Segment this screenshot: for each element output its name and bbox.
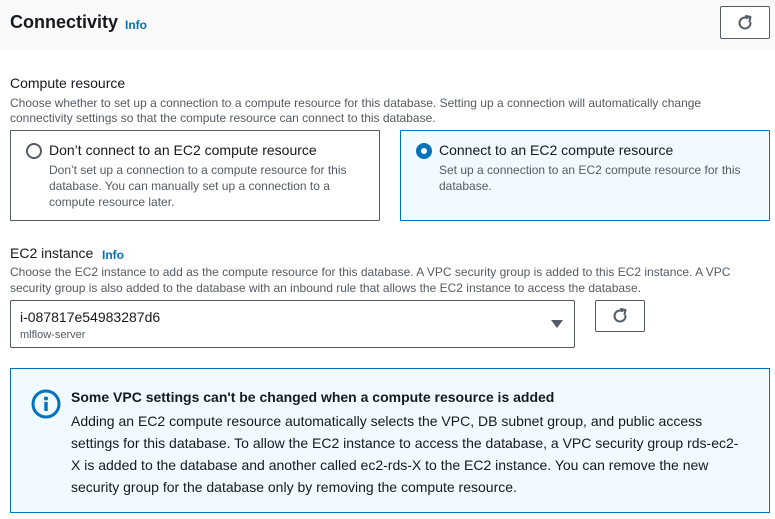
alert-body-line: settings for this database. To allow the…: [71, 435, 739, 451]
refresh-icon: [738, 14, 752, 29]
section-title: Connectivity: [10, 12, 119, 32]
ec2-instance-id: i-087817e54983287d6: [20, 309, 161, 325]
compute-resource-description-line2: connectivity settings so that the comput…: [10, 111, 436, 125]
info-link-connectivity[interactable]: Info: [125, 18, 147, 32]
caret-down-icon: [551, 320, 563, 328]
compute-resource-label: Compute resource: [10, 75, 126, 91]
info-alert: Some VPC settings can't be changed when …: [10, 368, 770, 513]
radio-tile-description-line: database. You can manually set up a conn…: [49, 179, 330, 193]
radio-button-dont-connect[interactable]: [26, 143, 42, 159]
ec2-instance-name: mlflow-server: [20, 329, 86, 341]
info-circle-icon: [31, 389, 61, 419]
alert-body-line: X is added to the database and another c…: [71, 457, 709, 473]
radio-tile-description-line: Don’t set up a connection to a compute r…: [49, 163, 347, 177]
ec2-instance-description-line1: Choose the EC2 instance to add as the co…: [10, 265, 731, 279]
refresh-button-ec2[interactable]: [595, 300, 645, 332]
alert-body: Adding an EC2 compute resource automatic…: [71, 410, 751, 498]
radio-button-connect-ec2[interactable]: [416, 143, 432, 159]
refresh-button-header[interactable]: [720, 6, 770, 39]
alert-body-line: Adding an EC2 compute resource automatic…: [71, 413, 703, 429]
radio-tile-description-line: compute resource later.: [49, 195, 175, 209]
section-header: Connectivity Info: [0, 0, 775, 50]
radio-tile-connect-ec2[interactable]: Connect to an EC2 compute resource Set u…: [400, 130, 770, 221]
radio-tile-description: Set up a connection to an EC2 compute re…: [439, 162, 741, 194]
radio-tile-description: Don’t set up a connection to a compute r…: [49, 162, 347, 210]
alert-body-line: security group for the database only by …: [71, 479, 517, 495]
compute-resource-description-line1: Choose whether to set up a connection to…: [10, 96, 702, 110]
alert-title: Some VPC settings can't be changed when …: [71, 389, 555, 405]
radio-tile-label: Connect to an EC2 compute resource: [439, 142, 674, 158]
ec2-instance-label: EC2 instance: [10, 245, 94, 261]
radio-tile-dont-connect[interactable]: Don’t connect to an EC2 compute resource…: [10, 130, 380, 221]
radio-tile-description-line: Set up a connection to an EC2 compute re…: [439, 163, 741, 177]
info-link-ec2-instance[interactable]: Info: [102, 248, 124, 262]
refresh-icon: [613, 308, 627, 323]
ec2-instance-description-line2: security group is also added to the data…: [10, 281, 642, 295]
radio-tile-description-line: database.: [439, 179, 492, 193]
ec2-instance-select[interactable]: i-087817e54983287d6 mlflow-server: [10, 300, 575, 348]
radio-tile-label: Don’t connect to an EC2 compute resource: [49, 142, 317, 158]
